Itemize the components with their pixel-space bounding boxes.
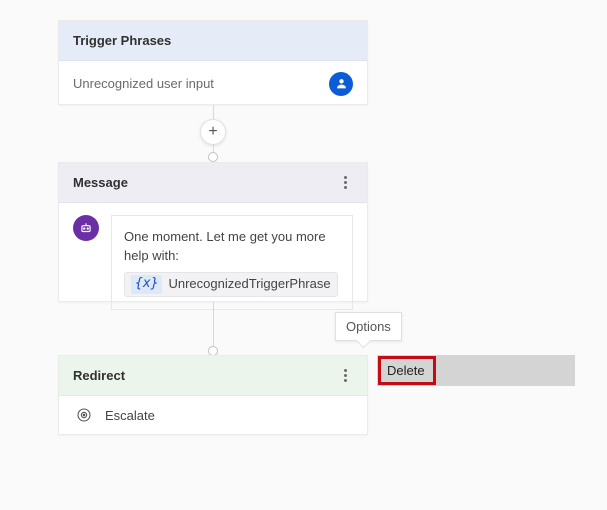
redirect-title: Redirect: [73, 368, 125, 383]
more-options-icon[interactable]: [338, 170, 353, 195]
more-options-icon[interactable]: [338, 363, 353, 388]
variable-badge-icon: {x}: [131, 275, 162, 294]
redirect-header: Redirect: [59, 356, 367, 396]
message-node[interactable]: Message One moment. Let me get you more …: [58, 162, 368, 302]
options-tooltip: Options: [335, 312, 402, 341]
connector-dot: [208, 152, 218, 162]
plus-icon: +: [208, 123, 217, 141]
message-text: One moment. Let me get you more help wit…: [124, 228, 340, 266]
message-title: Message: [73, 175, 128, 190]
escalate-icon: [75, 406, 93, 424]
trigger-header: Trigger Phrases: [59, 21, 367, 61]
redirect-action: Escalate: [105, 408, 155, 423]
trigger-body: Unrecognized user input: [59, 61, 367, 106]
context-menu: Delete: [377, 355, 575, 386]
variable-token[interactable]: {x} UnrecognizedTriggerPhrase: [124, 272, 338, 297]
user-icon: [329, 72, 353, 96]
tooltip-text: Options: [346, 319, 391, 334]
message-content[interactable]: One moment. Let me get you more help wit…: [111, 215, 353, 310]
add-node-button[interactable]: +: [200, 119, 226, 145]
bot-icon: [73, 215, 99, 241]
message-header: Message: [59, 163, 367, 203]
variable-name: UnrecognizedTriggerPhrase: [168, 275, 330, 294]
redirect-body: Escalate: [59, 396, 367, 434]
delete-label: Delete: [387, 363, 425, 378]
trigger-phrase-text: Unrecognized user input: [73, 76, 214, 91]
trigger-node[interactable]: Trigger Phrases Unrecognized user input: [58, 20, 368, 105]
trigger-title: Trigger Phrases: [73, 33, 171, 48]
delete-menu-item[interactable]: Delete: [381, 359, 433, 382]
redirect-node[interactable]: Redirect Escalate: [58, 355, 368, 435]
